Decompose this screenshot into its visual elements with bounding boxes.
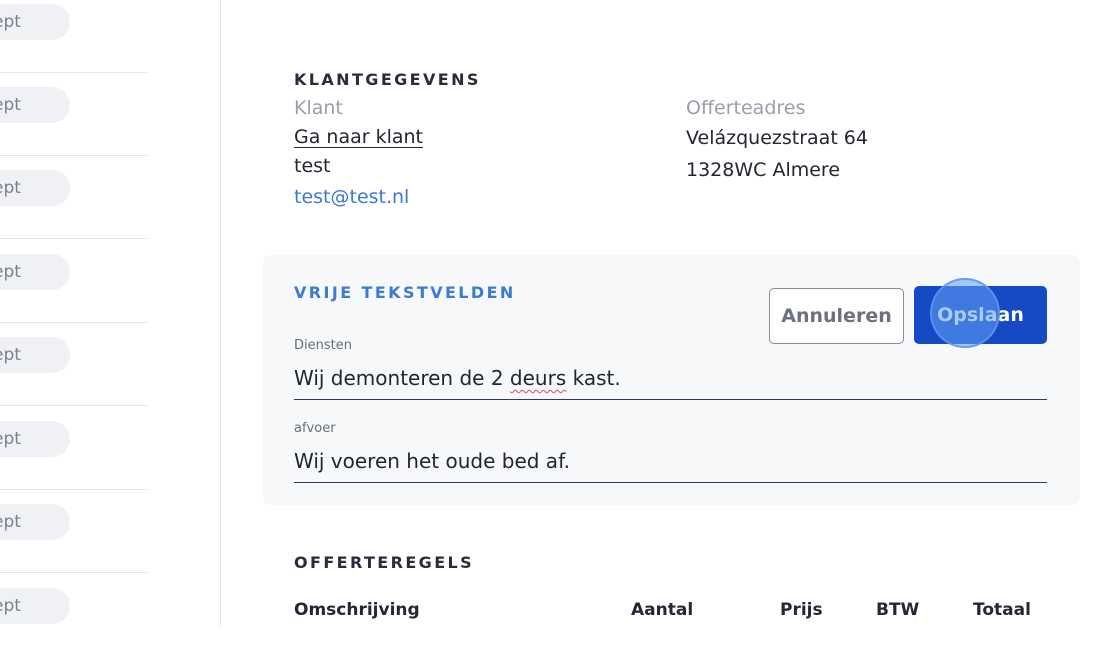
status-badge: ept xyxy=(0,170,70,206)
services-text-field[interactable]: Wij demonteren de 2 deurs kast. xyxy=(294,363,1047,400)
list-item[interactable]: ept xyxy=(0,407,147,490)
list-item[interactable]: ept xyxy=(0,323,147,406)
status-badge: ept xyxy=(0,337,70,373)
quote-list-sidebar: ept ept ept ept ept ept ept ept xyxy=(0,0,221,626)
status-badge: ept xyxy=(0,588,70,624)
list-item[interactable]: ept xyxy=(0,240,147,323)
services-text-part: kast. xyxy=(566,366,621,390)
address-street: Velázquezstraat 64 xyxy=(686,127,868,149)
column-header-quantity: Aantal xyxy=(631,600,694,620)
status-badge: ept xyxy=(0,421,70,457)
status-badge: ept xyxy=(0,254,70,290)
disposal-text-field[interactable]: Wij voeren het oude bed af. xyxy=(294,446,1047,483)
services-field-label: Diensten xyxy=(294,338,352,353)
column-header-vat: BTW xyxy=(876,600,920,620)
list-item[interactable]: ept xyxy=(0,574,147,657)
status-badge: ept xyxy=(0,87,70,123)
quote-address-label: Offerteadres xyxy=(686,97,806,119)
save-button[interactable]: Opslaan xyxy=(914,286,1047,344)
customer-email-link[interactable]: test@test.nl xyxy=(294,186,409,208)
quote-lines-title: OFFERTEREGELS xyxy=(294,553,475,572)
goto-customer-link[interactable]: Ga naar klant xyxy=(294,126,423,148)
customer-name: test xyxy=(294,155,331,177)
services-text-part: Wij demonteren de 2 xyxy=(294,366,510,390)
customer-section-title: KLANTGEGEVENS xyxy=(294,70,481,89)
column-header-total: Totaal xyxy=(973,600,1031,620)
customer-label: Klant xyxy=(294,97,343,119)
free-text-title: VRIJE TEKSTVELDEN xyxy=(294,283,516,302)
list-item[interactable]: ept xyxy=(0,0,147,73)
disposal-field-label: afvoer xyxy=(294,421,336,436)
list-item[interactable]: ept xyxy=(0,73,147,156)
column-header-description: Omschrijving xyxy=(294,600,420,620)
column-header-price: Prijs xyxy=(780,600,823,620)
status-badge: ept xyxy=(0,504,70,540)
address-postcode-city: 1328WC Almere xyxy=(686,159,841,181)
list-item[interactable]: ept xyxy=(0,156,147,239)
cancel-button[interactable]: Annuleren xyxy=(769,288,904,344)
status-badge: ept xyxy=(0,4,70,40)
list-item[interactable]: ept xyxy=(0,490,147,573)
free-text-card: VRIJE TEKSTVELDEN Annuleren Opslaan Dien… xyxy=(263,255,1080,505)
spellcheck-word: deurs xyxy=(509,366,567,390)
